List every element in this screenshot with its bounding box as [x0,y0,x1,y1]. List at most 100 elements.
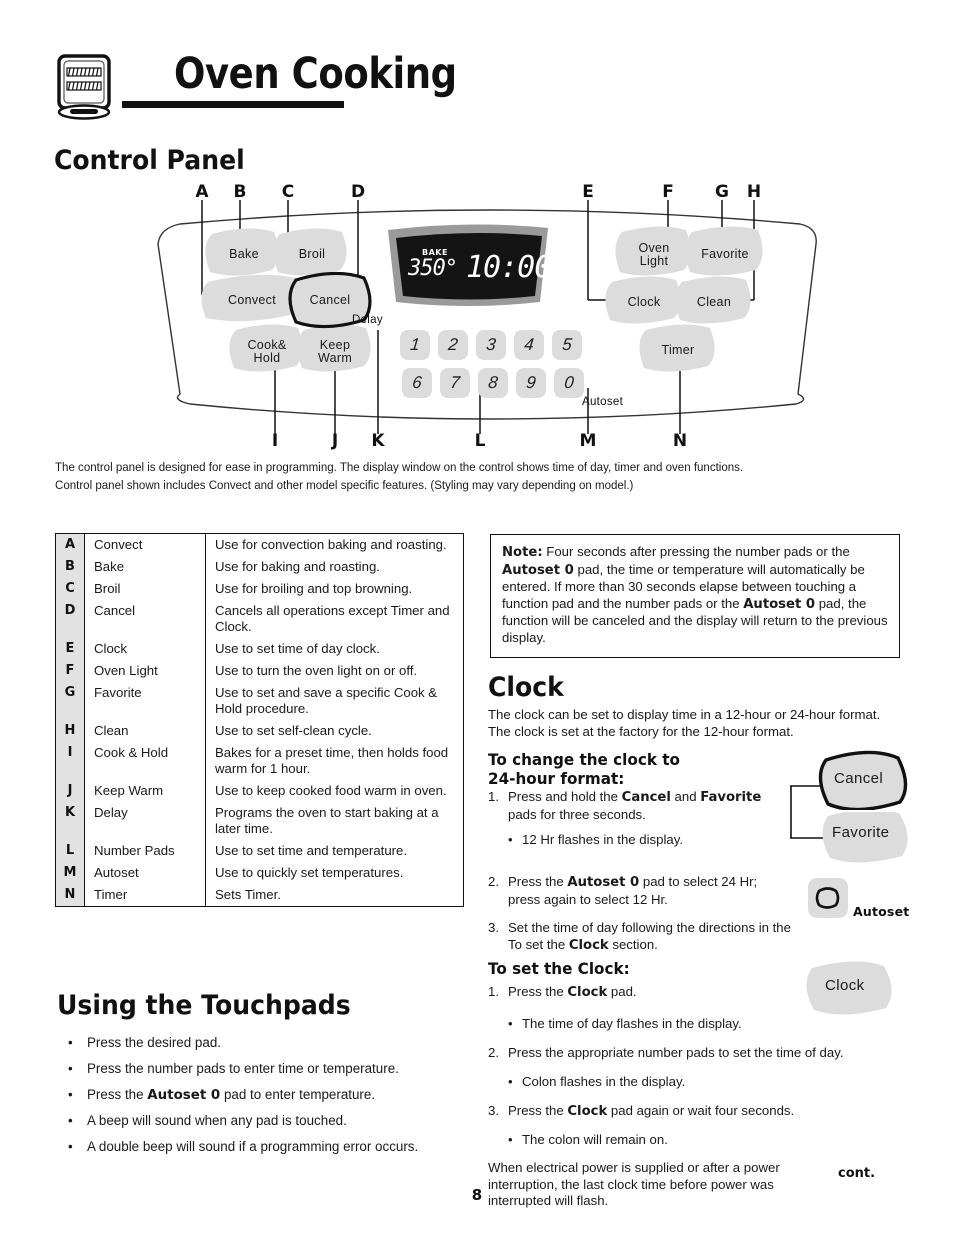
clock-24h-bullet-1: • 12 Hr flashes in the display. [508,832,798,849]
numpad-4[interactable]: 4 [515,335,543,355]
table-row: H Clean Use to set self-clean cycle. [55,720,464,742]
legend-description: Cancels all operations except Timer and … [215,603,450,634]
page-title-wrap: Oven Cooking [174,46,503,102]
page-title: Oven Cooking [174,49,457,99]
numpad-3[interactable]: 3 [477,335,505,355]
step-number: 3. [488,920,499,935]
legend-name: Number Pads [84,840,206,862]
table-row: I Cook & Hold Bakes for a preset time, the… [55,742,464,780]
pad-label-cook-hold[interactable]: Cook& Hold [238,339,296,364]
numpad-5[interactable]: 5 [553,335,581,355]
numpad-7[interactable]: 7 [441,373,469,393]
delay-label: Delay [352,314,383,326]
step-bold-autoset: Autoset 0 [567,875,640,890]
bullet-text: A beep will sound when any pad is touche… [87,1112,468,1130]
set-clock-step-1: 1. Press the Clock pad. [488,984,788,1002]
numpad-0[interactable]: 0 [555,373,583,393]
table-row: F Oven Light Use to turn the oven light on… [55,660,464,682]
legend-letter: E [55,638,85,660]
step-text-mid: and [670,789,701,804]
bullet-text-pre: Press the number pads to enter time or t… [87,1061,399,1076]
pad-label-bake[interactable]: Bake [216,248,272,261]
legend-name: Oven Light [84,660,206,682]
manual-page: Oven Cooking Control Panel A B C D E F G… [0,0,954,1235]
cancel-favorite-bracket [790,748,800,844]
numpad-9[interactable]: 9 [517,373,545,393]
legend-description: Use for baking and roasting. [215,559,380,574]
pad-label-broil[interactable]: Broil [284,248,340,261]
bullet-text: Press the Autoset 0 pad to enter tempera… [87,1086,468,1104]
bullet-text-post: pad to enter temperature. [220,1087,376,1102]
step-body: Press the Clock pad. [508,984,788,1002]
legend-letter: C [55,578,85,600]
legend-letter: D [55,600,85,638]
step-bold-clock: Clock [567,1104,608,1119]
legend-description: Use to set time and temperature. [215,843,408,858]
pad-label-clock[interactable]: Clock [614,296,674,309]
pad-label-cancel[interactable]: Cancel [300,294,360,307]
intro-line-1: The control panel is designed for ease i… [55,460,744,474]
step-number: 1. [488,984,499,999]
autoset-pad-illustration: Autoset [806,876,909,924]
page-header: Oven Cooking [52,48,912,128]
set-clock-bullet-1: • The time of day flashes in the display… [508,1016,808,1033]
step-body: Press and hold the Cancel and Favorite p… [508,789,788,823]
numpad-2[interactable]: 2 [439,335,467,355]
clock-pad-illustration-label: Clock [825,977,865,994]
bullet-text: 12 Hr flashes in the display. [522,832,684,847]
intro-line-2: Control panel shown includes Convect and… [55,477,634,492]
diagram-label-f: F [662,182,674,202]
diagram-label-j: J [331,431,339,451]
pad-label-keep-warm[interactable]: Keep Warm [306,339,364,364]
step-text-post: pad. [607,984,637,999]
step-bold-clock: Clock [567,985,608,1000]
step-number: 2. [488,874,499,889]
diagram-label-g: G [715,182,729,202]
step-body: Press the Autoset 0 pad to select 24 Hr;… [508,874,788,908]
legend-letter: K [55,802,85,840]
numpad-8[interactable]: 8 [479,373,507,393]
pad-label-timer[interactable]: Timer [648,344,708,357]
diagram-label-n: N [672,431,688,451]
diagram-label-h: H [746,182,762,202]
continued-marker: cont. [838,1166,876,1181]
bullet-text-pre: Press the [87,1087,148,1102]
pad-label-convect[interactable]: Convect [208,294,296,307]
favorite-pad-illustration: Favorite [790,809,910,868]
bullet-text: Press the desired pad. [87,1034,468,1052]
diagram-label-i: I [271,431,279,451]
table-row: C Broil Use for broiling and top browning. [55,578,464,600]
legend-description: Use to keep cooked food warm in oven. [215,783,447,798]
bullet-dot: • [508,1074,513,1089]
bullet-dot: • [68,1113,73,1128]
favorite-pad-illustration-label: Favorite [832,824,890,841]
bullet-dot: • [508,1132,513,1147]
cancel-pad-illustration-label: Cancel [834,770,884,787]
step-body: Press the appropriate number pads to set… [508,1045,844,1060]
table-row: N Timer Sets Timer. [55,884,464,907]
legend-name: Timer [84,884,206,907]
diagram-label-k: K [371,431,385,451]
legend-letter: H [55,720,85,742]
step-text-post: pad again or wait four seconds. [607,1103,795,1118]
step-bold-cancel: Cancel [621,790,671,805]
step-text-post: pads for three seconds. [508,806,646,822]
numpad-6[interactable]: 6 [403,373,431,393]
numpad-1[interactable]: 1 [401,335,429,355]
touchpad-bullet: • A double beep will sound if a programmi… [68,1138,468,1156]
control-panel-legend-table: A Convect Use for convection baking and ro… [55,533,464,907]
clock-24h-subheading-line2: 24-hour format: [488,769,625,788]
pad-label-clean[interactable]: Clean [684,296,744,309]
legend-description: Use for broiling and top browning. [215,581,413,596]
pad-label-favorite[interactable]: Favorite [694,248,756,261]
control-panel-diagram: A B C D E F G H I J K L M N Bake Broil C… [150,182,830,451]
clock-24h-step-2: 2. Press the Autoset 0 pad to select 24 … [488,874,788,908]
clock-24h-step-1: 1. Press and hold the Cancel and Favorit… [488,789,788,823]
clock-pad-illustration: Clock [806,960,906,1018]
legend-name: Delay [84,802,206,840]
legend-letter: B [55,556,85,578]
note-text-1: Four seconds after pressing the number p… [546,544,850,559]
step-text-pre: Press the [508,874,568,889]
table-row: L Number Pads Use to set time and temperat… [55,840,464,862]
pad-label-oven-light[interactable]: Oven Light [624,242,684,267]
